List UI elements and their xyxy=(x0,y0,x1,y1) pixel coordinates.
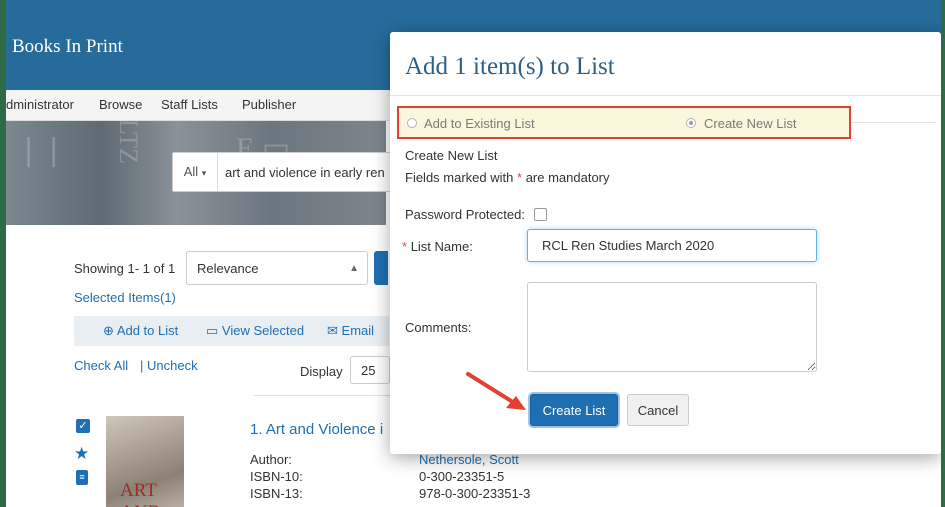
mandatory-prefix: Fields marked with xyxy=(405,170,514,185)
mandatory-suffix: are mandatory xyxy=(525,170,610,185)
search-scope-select[interactable]: All ▾ xyxy=(173,153,218,191)
star-icon[interactable]: ★ xyxy=(74,444,89,464)
options-divider xyxy=(851,122,936,123)
display-label: Display xyxy=(300,364,343,379)
document-icon[interactable]: ≡ xyxy=(76,470,88,485)
annotation-arrow-icon xyxy=(466,372,526,410)
sort-select[interactable]: Relevance ▲ xyxy=(186,251,368,285)
sort-value: Relevance xyxy=(197,261,259,276)
option-create-new-label[interactable]: Create New List xyxy=(704,116,796,131)
check-all-link[interactable]: Check All xyxy=(74,358,128,373)
search-button-partial[interactable] xyxy=(374,251,388,285)
section-title: Create New List xyxy=(405,148,498,163)
isbn13-value: 978-0-300-23351-3 xyxy=(419,486,531,501)
radio-create-new[interactable] xyxy=(686,118,696,128)
author-label: Author: xyxy=(250,452,292,467)
search-input[interactable] xyxy=(225,153,395,191)
email-label: Email xyxy=(341,323,375,338)
selected-items-link[interactable]: Selected Items(1) xyxy=(74,290,176,305)
view-selected-label: View Selected xyxy=(221,323,305,338)
envelope-icon: ✉ xyxy=(327,323,338,338)
uncheck-link[interactable]: Uncheck xyxy=(147,358,198,373)
author-link[interactable]: Nethersole, Scott xyxy=(419,452,519,467)
add-to-list-label: Add to List xyxy=(116,323,179,338)
nav-item-administrator[interactable]: dministrator xyxy=(6,97,74,112)
list-name-label-text: List Name: xyxy=(410,239,473,254)
cancel-button[interactable]: Cancel xyxy=(627,394,689,426)
view-selected-button[interactable]: ▭ View Selected xyxy=(206,323,304,339)
nav-item-publisher[interactable]: Publisher xyxy=(242,97,296,112)
result-title-link[interactable]: 1. Art and Violence i xyxy=(250,421,383,438)
isbn10-label: ISBN-10: xyxy=(250,469,303,484)
option-add-existing-label[interactable]: Add to Existing List xyxy=(424,116,535,131)
plus-circle-icon: ⊕ xyxy=(103,323,114,338)
monitor-icon: ▭ xyxy=(206,323,219,338)
app-title[interactable]: Books In Print xyxy=(12,36,123,58)
password-protected-checkbox[interactable] xyxy=(534,208,547,221)
password-protected-label: Password Protected: xyxy=(405,207,525,222)
result-checkbox[interactable]: ✓ xyxy=(76,419,90,433)
chevron-down-icon: ▾ xyxy=(201,168,207,178)
result-divider xyxy=(254,395,394,396)
browser-frame: Books In Print dministrator Browse Staff… xyxy=(6,0,941,507)
email-button[interactable]: ✉ Email xyxy=(327,323,374,339)
results-action-bar: ⊕ Add to List ▭ View Selected ✉ Email xyxy=(74,316,389,346)
comments-label: Comments: xyxy=(405,320,472,335)
list-name-label: * List Name: xyxy=(402,239,473,254)
create-list-button[interactable]: Create List xyxy=(530,394,618,426)
cover-title-text: ART AND xyxy=(120,480,161,507)
select-arrows-icon: ▲ xyxy=(349,263,359,274)
list-mode-options: Add to Existing List Create New List xyxy=(397,106,851,139)
results-count: Showing 1- 1 of 1 xyxy=(74,261,176,276)
required-star: * xyxy=(517,170,523,185)
comments-textarea[interactable] xyxy=(527,282,817,372)
required-star: * xyxy=(402,239,408,254)
mandatory-note: Fields marked with * are mandatory xyxy=(405,170,610,185)
link-separator: | xyxy=(140,358,144,373)
nav-item-browse[interactable]: Browse xyxy=(99,97,142,112)
display-count-select[interactable]: 25 xyxy=(350,356,390,384)
dialog-header-divider xyxy=(390,95,941,96)
isbn13-label: ISBN-13: xyxy=(250,486,303,501)
book-cover-image[interactable]: ART AND xyxy=(106,416,184,507)
radio-add-existing[interactable] xyxy=(407,118,417,128)
search-scope-label: All xyxy=(183,164,199,179)
isbn10-value: 0-300-23351-5 xyxy=(419,469,505,484)
display-count-value: 25 xyxy=(361,363,376,378)
dialog-title: Add 1 item(s) to List xyxy=(405,53,615,80)
nav-item-staff-lists[interactable]: Staff Lists xyxy=(161,97,218,112)
list-name-input[interactable] xyxy=(527,229,817,262)
search-bar: All ▾ xyxy=(172,152,395,192)
add-to-list-button[interactable]: ⊕ Add to List xyxy=(103,323,178,339)
